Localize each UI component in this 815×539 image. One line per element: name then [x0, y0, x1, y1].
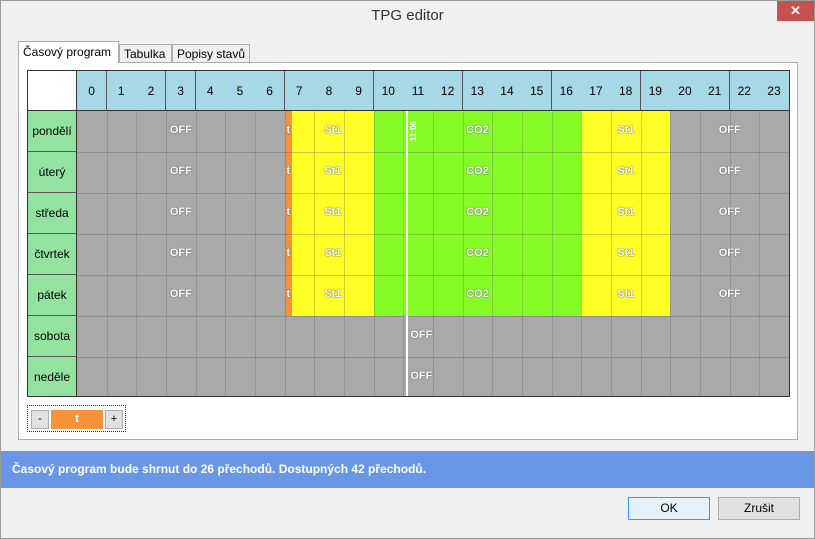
grid-line: [522, 111, 524, 396]
hour-header-22: 22: [729, 71, 760, 111]
grid-line: [551, 111, 553, 396]
hour-header-20: 20: [670, 71, 701, 111]
title-bar: TPG editor ✕: [1, 1, 814, 31]
grid-line: [344, 111, 346, 396]
grid-line: [77, 234, 789, 235]
tab-casovy-program[interactable]: Časový program: [18, 41, 119, 63]
grid-line: [255, 111, 257, 396]
hour-header-1: 1: [106, 71, 137, 111]
grid-line: [166, 111, 167, 396]
window-title: TPG editor: [371, 7, 444, 24]
current-time-line: [406, 111, 409, 396]
grid-line: [433, 111, 435, 396]
grid-line: [700, 111, 702, 396]
hour-header-5: 5: [225, 71, 256, 111]
next-state-button[interactable]: +: [105, 410, 123, 429]
hour-header-7: 7: [284, 71, 315, 111]
hour-header-4: 4: [195, 71, 226, 111]
grid-line: [373, 111, 375, 396]
hour-header-0: 0: [77, 71, 108, 111]
hour-header-6: 6: [255, 71, 286, 111]
grid-line: [106, 111, 108, 396]
grid-line: [611, 111, 613, 396]
grid-line: [640, 111, 642, 396]
grid-line: [225, 111, 227, 396]
hour-header-19: 19: [640, 71, 671, 111]
segment-label: St1: [324, 206, 342, 218]
grid-line: [462, 111, 464, 396]
schedule-grid[interactable]: 0 1 2 3 4 5 6 7 8 9 10 11 12 13 14 15 16 17 18 19 20 21 22 23 po…: [27, 70, 790, 397]
hour-header-10: 10: [373, 71, 404, 111]
state-picker: - t +: [27, 405, 126, 432]
grid-line: [77, 275, 789, 276]
info-bar: Časový program bude shrnut do 26 přechod…: [1, 451, 814, 488]
grid-line: [314, 111, 316, 396]
previous-state-button[interactable]: -: [31, 410, 49, 429]
ok-button[interactable]: OK: [628, 497, 710, 520]
grid-line: [77, 316, 789, 317]
tab-popisy-stavu[interactable]: Popisy stavů: [172, 44, 250, 62]
day-label-středa: středa: [28, 193, 77, 234]
hour-header-9: 9: [344, 71, 375, 111]
hour-header-14: 14: [492, 71, 523, 111]
grid-line: [77, 152, 789, 153]
grid-line: [492, 111, 494, 396]
hour-header-21: 21: [700, 71, 731, 111]
grid-line: [195, 111, 197, 396]
segment-label: St1: [324, 247, 342, 259]
tab-tabulka[interactable]: Tabulka: [119, 44, 172, 62]
grid-line: [729, 111, 731, 396]
grid-line: [136, 111, 138, 396]
hour-header-16: 16: [551, 71, 582, 111]
hour-header-13: 13: [462, 71, 493, 111]
grid-line: [581, 111, 583, 396]
segment-label: St1: [324, 288, 342, 300]
tpg-editor-window: TPG editor ✕ Časový program Tabulka Popi…: [0, 0, 815, 539]
hour-header-8: 8: [314, 71, 345, 111]
day-label-čtvrtek: čtvrtek: [28, 234, 77, 275]
info-message: Časový program bude shrnut do 26 přechod…: [12, 462, 427, 476]
close-button[interactable]: ✕: [777, 1, 814, 21]
grid-line: [403, 111, 405, 396]
grid-line: [759, 111, 761, 396]
grid-line: [77, 357, 789, 358]
day-label-sobota: sobota: [28, 316, 77, 357]
day-label-pondělí: pondělí: [28, 111, 77, 152]
day-label-pátek: pátek: [28, 275, 77, 316]
cancel-button[interactable]: Zrušit: [718, 497, 800, 520]
hour-header-3: 3: [166, 71, 197, 111]
current-state-swatch[interactable]: t: [51, 410, 103, 429]
hour-header-17: 17: [581, 71, 612, 111]
day-label-úterý: úterý: [28, 152, 77, 193]
grid-line: [77, 193, 789, 194]
segment-label: St1: [324, 124, 342, 136]
day-label-neděle: neděle: [28, 357, 77, 396]
hour-header-15: 15: [522, 71, 553, 111]
grid-corner: [28, 71, 77, 111]
hour-header-2: 2: [136, 71, 167, 111]
current-time-label: 11:06: [409, 121, 419, 142]
grid-line: [284, 111, 286, 396]
hour-header-23: 23: [759, 71, 789, 111]
segment-label: St1: [324, 165, 342, 177]
grid-line: [670, 111, 672, 396]
hour-header-11: 11: [403, 71, 434, 111]
hour-header-18: 18: [611, 71, 642, 111]
hour-header-12: 12: [433, 71, 464, 111]
